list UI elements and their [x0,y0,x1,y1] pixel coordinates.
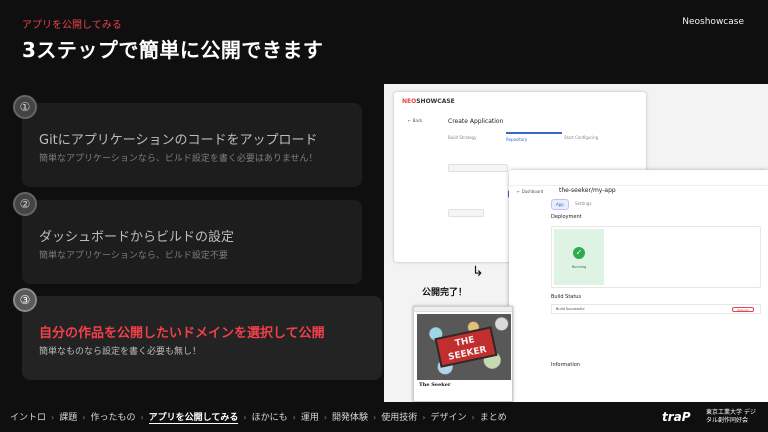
tab-start-configuring: Start Configuring [564,135,599,140]
nav-separator: › [82,413,86,422]
nav-item-6[interactable]: 運用 [301,410,319,423]
nav-item-1[interactable]: イントロ [10,410,46,423]
slide-title: 3ステップで簡単に公開できます [22,38,324,62]
publish-complete-label: 公開完了！ [422,288,468,298]
step-number-badge: ① [13,95,37,119]
trap-mark: traP [662,410,691,424]
create-application-heading: Create Application [448,118,504,125]
nav-separator: › [243,413,247,422]
nav-item-10[interactable]: まとめ [480,410,507,423]
seeker-caption: The Seeker [419,382,451,388]
check-icon: ✓ [573,247,585,259]
nav-separator: › [140,413,144,422]
nav-item-3[interactable]: 作ったもの [90,410,135,423]
app-dashboard-window: ← Dashboard the-seeker/my-app App Settin… [509,170,768,402]
seeker-artwork: THE SEEKER [417,314,511,380]
nav-item-7[interactable]: 開発体験 [332,410,368,423]
step-number-badge: ③ [13,288,37,312]
brand-label: Neoshowcase [682,17,744,27]
step-card-3: ③ 自分の作品を公開したいドメインを選択して公開 簡単なものなら設定を書く必要も… [13,288,382,380]
arrow-icon: ↳ [472,264,484,280]
step-tabs: Build Strategy Repository Start Configur… [448,132,638,148]
build-status-heading: Build Status [551,294,582,300]
step-card-1: ① Gitにアプリケーションのコードをアップロード 簡単なアプリケーションなら、… [13,95,362,187]
build-row: Build Successful Rebuild [551,304,761,314]
the-seeker-preview: THE SEEKER The Seeker [413,306,513,402]
nav-item-9[interactable]: デザイン [430,410,466,423]
tab-build-strategy: Build Strategy [448,135,477,140]
back-link: ← Dashboard [517,189,544,194]
rebuild-button: Rebuild [732,307,754,312]
tab-repository: Repository [506,132,562,148]
build-row-label: Build Successful [556,307,585,311]
browser-bar [414,307,512,312]
back-link: ← Back [408,118,423,123]
neoshowcase-logo: NEOSHOWCASE [402,98,455,105]
tab-app: App [551,199,569,210]
bottom-navigation: イントロ › 課題 › 作ったもの › アプリを公開してみる › ほかにも › 運用 › 開発体験 › 使用… [10,410,507,424]
nav-item-2[interactable]: 課題 [59,410,77,423]
deployment-heading: Deployment [551,214,582,220]
form-field [448,164,508,172]
running-status: ✓ Running [554,229,604,285]
app-name: the-seeker/my-app [559,187,616,194]
step-subtitle: 簡単なアプリケーションなら、ビルド設定を書く必要はありません！ [39,154,318,164]
screenshot-panel: NEOSHOWCASE ← Back Create Application Bu… [384,84,768,402]
deployment-card: ✓ Running [551,226,761,288]
step-title: 自分の作品を公開したいドメインを選択して公開 [39,326,325,341]
form-field [448,209,484,217]
nav-separator: › [51,413,55,422]
running-label: Running [571,265,587,269]
step-number-badge: ② [13,192,37,216]
step-subtitle: 簡単なものなら設定を書く必要も無し！ [39,347,202,357]
trap-org-name: 東京工業大学 デジタル創作同好会 [706,409,756,424]
window-header [509,170,768,186]
nav-separator: › [323,413,328,422]
kicker-label: アプリを公開してみる [22,20,122,31]
step-card-2: ② ダッシュボードからビルドの設定 簡単なアプリケーションなら、ビルド設定不要 [13,192,362,284]
nav-separator: › [292,413,296,422]
nav-separator: › [471,413,475,422]
trap-logo: traP 東京工業大学 デジタル創作同好会 [662,408,758,426]
nav-item-5[interactable]: ほかにも [252,410,288,423]
nav-separator: › [373,413,377,422]
step-title: Gitにアプリケーションのコードをアップロード [39,133,318,148]
step-title: ダッシュボードからビルドの設定 [39,230,235,245]
nav-item-4[interactable]: アプリを公開してみる [148,410,239,424]
nav-item-8[interactable]: 使用技術 [381,410,417,423]
information-heading: Information [551,362,580,368]
step-subtitle: 簡単なアプリケーションなら、ビルド設定不要 [39,251,228,261]
tab-settings: Settings [575,201,592,206]
nav-separator: › [422,413,426,422]
